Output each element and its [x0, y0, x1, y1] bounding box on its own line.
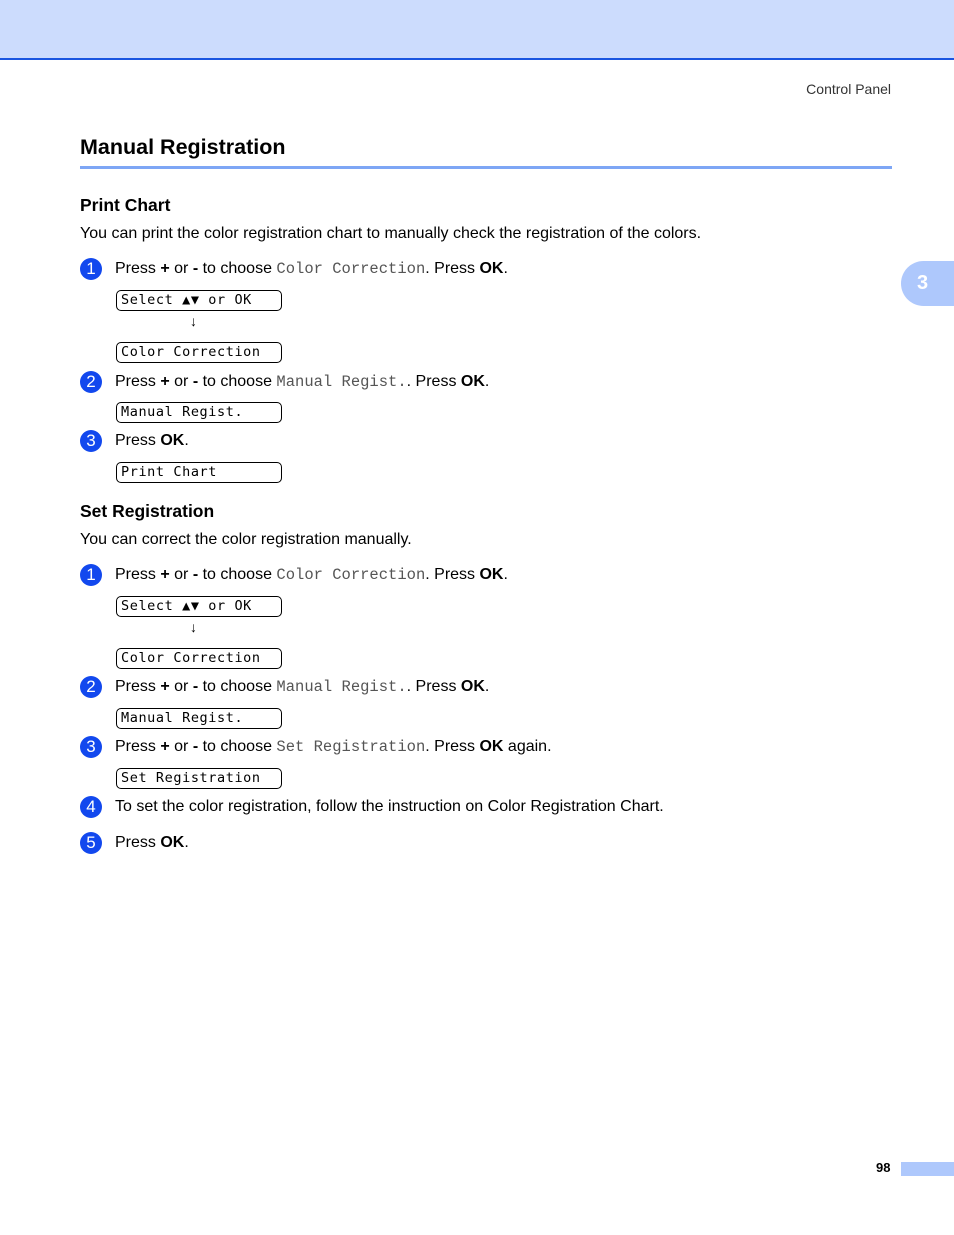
- lcd-display: Select ▲▼ or OK: [116, 596, 282, 617]
- lcd-display: Print Chart: [116, 462, 282, 483]
- step-number-icon: 1: [80, 564, 102, 586]
- step-text: Press OK.: [115, 834, 189, 851]
- page-number-bar: [901, 1162, 954, 1176]
- menu-item: Set Registration: [276, 738, 426, 756]
- chapter-tab: 3: [901, 261, 954, 306]
- title-divider: [80, 166, 892, 169]
- header-band: [0, 0, 954, 60]
- step-number-icon: 5: [80, 832, 102, 854]
- lcd-display: Manual Regist.: [116, 402, 282, 423]
- step-number-icon: 2: [80, 676, 102, 698]
- step-number-icon: 3: [80, 736, 102, 758]
- lcd-display: Manual Regist.: [116, 708, 282, 729]
- print-chart-intro: You can print the color registration cha…: [80, 225, 702, 242]
- lcd-display: Set Registration: [116, 768, 282, 789]
- print-chart-heading: Print Chart: [80, 195, 171, 215]
- menu-item: Manual Regist.: [276, 373, 407, 391]
- down-arrow-icon: ↓: [190, 313, 197, 329]
- menu-item: Manual Regist.: [276, 678, 407, 696]
- lcd-display: Select ▲▼ or OK: [116, 290, 282, 311]
- step-text: Press + or - to choose Manual Regist.. P…: [115, 373, 490, 391]
- down-arrow-icon: ↓: [190, 619, 197, 635]
- step-number-icon: 3: [80, 430, 102, 452]
- step-text: Press + or - to choose Manual Regist.. P…: [115, 678, 490, 696]
- set-registration-heading: Set Registration: [80, 501, 215, 521]
- step-number-icon: 2: [80, 371, 102, 393]
- lcd-display: Color Correction: [116, 342, 282, 363]
- menu-item: Color Correction: [276, 566, 426, 584]
- step-text: To set the color registration, follow th…: [115, 798, 664, 815]
- step-number-icon: 4: [80, 796, 102, 818]
- step-number-icon: 1: [80, 258, 102, 280]
- step-text: Press + or - to choose Set Registration.…: [115, 738, 552, 756]
- lcd-display: Color Correction: [116, 648, 282, 669]
- step-text: Press + or - to choose Color Correction.…: [115, 260, 508, 278]
- set-registration-intro: You can correct the color registration m…: [80, 531, 412, 548]
- step-text: Press + or - to choose Color Correction.…: [115, 566, 508, 584]
- page-number: 98: [876, 1160, 891, 1175]
- section-label: Control Panel: [806, 81, 891, 97]
- page-title: Manual Registration: [80, 135, 286, 159]
- step-text: Press OK.: [115, 432, 189, 449]
- menu-item: Color Correction: [276, 260, 426, 278]
